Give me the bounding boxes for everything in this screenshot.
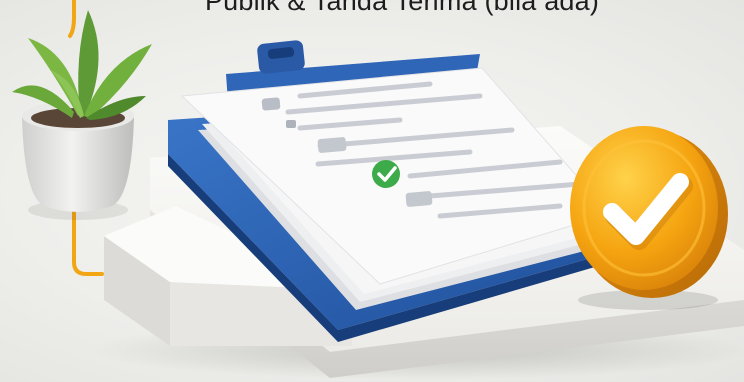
- caption-text: Publik & Tanda Terima (bila ada): [204, 0, 600, 16]
- illustration-canvas: Publik & Tanda Terima (bila ada): [0, 0, 744, 382]
- plant-pot-icon: [12, 10, 152, 220]
- document-approval-illustration: [12, 0, 744, 380]
- small-check-icon: [372, 160, 400, 188]
- clipboard-clip: [257, 40, 305, 74]
- plant-leaves: [12, 10, 152, 120]
